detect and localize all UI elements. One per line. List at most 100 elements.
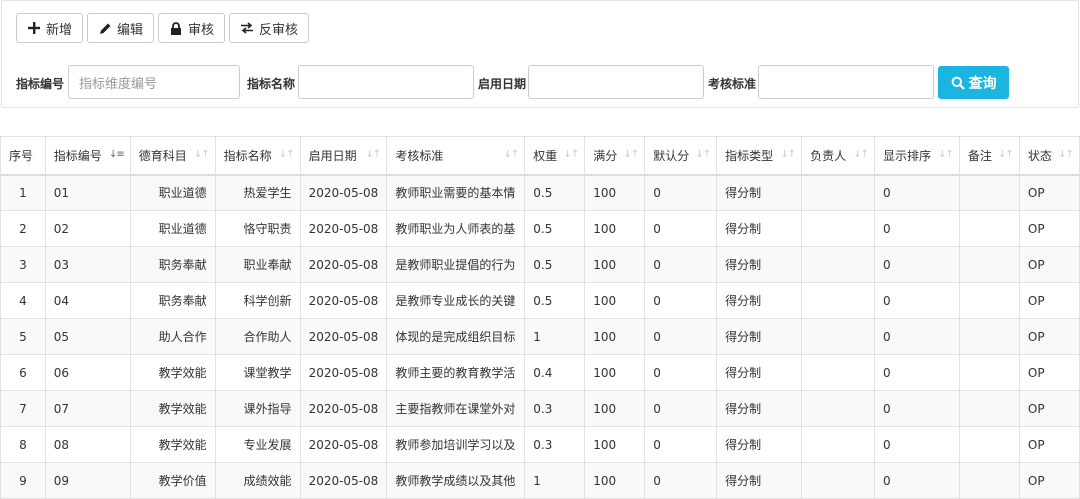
table-cell (801, 390, 875, 427)
code-input[interactable]: 指标维度编号 (68, 65, 240, 99)
table-cell: 得分制 (716, 426, 803, 463)
table-cell (958, 174, 1020, 211)
table-cell: 2 (0, 210, 46, 247)
sort-icon[interactable]: ↓↑ (623, 149, 639, 160)
table-cell: 100 (584, 426, 646, 463)
table-cell: 教师教学成绩以及其他 (386, 462, 526, 499)
edit-button[interactable]: 编辑 (87, 13, 155, 43)
table-row[interactable]: 6 06 教学效能 课堂教学 2020-05-08 教师主要的教育教学活 0.4 100 0 得分… (0, 354, 1080, 391)
table-cell: 100 (584, 462, 646, 499)
query-panel: 新增 编辑 审核 反审核 指标编号 指标维度编号 指标名称 启用日期 考核标准 … (1, 0, 1079, 108)
table-cell (958, 210, 1020, 247)
table-cell: 7 (0, 390, 46, 427)
table-cell: OP (1018, 210, 1080, 247)
table-cell (801, 354, 875, 391)
sort-icon[interactable]: ↓↑ (503, 149, 519, 160)
sort-asc-icon[interactable]: ↓≡ (109, 149, 125, 160)
search-icon (951, 76, 965, 90)
table-row[interactable]: 9 09 教学价值 成绩效能 2020-05-08 教师教学成绩以及其他 1 100 0 得分制 0… (0, 462, 1080, 499)
table-cell: 0 (644, 282, 718, 319)
standard-label: 考核标准 (708, 77, 757, 91)
add-button[interactable]: 新增 (16, 13, 84, 43)
table-cell: 100 (584, 282, 646, 319)
table-cell: OP (1018, 426, 1080, 463)
table-cell: 2020-05-08 (299, 174, 388, 211)
table-cell (958, 318, 1020, 355)
header-cell[interactable]: 备注 ↓↑ (958, 136, 1020, 176)
unaudit-button-label: 反审核 (259, 22, 299, 38)
header-cell[interactable]: 状态 ↓↑ (1018, 136, 1080, 176)
unaudit-button[interactable]: 反审核 (229, 13, 310, 43)
table-cell: 08 (44, 426, 131, 463)
table-row[interactable]: 3 03 职务奉献 职业奉献 2020-05-08 是教师职业提倡的行为 0.5 100 0 得分… (0, 246, 1080, 283)
table-cell (958, 246, 1020, 283)
table-cell (958, 462, 1020, 499)
table-cell: 100 (584, 210, 646, 247)
sort-icon[interactable]: ↓↑ (366, 149, 382, 160)
sort-icon[interactable]: ↓↑ (938, 149, 954, 160)
table-cell: 04 (44, 282, 131, 319)
table-cell: 得分制 (716, 318, 803, 355)
sort-icon[interactable]: ↓↑ (695, 149, 711, 160)
header-cell[interactable]: 德育科目 ↓↑ (129, 136, 216, 176)
sort-icon[interactable]: ↓↑ (998, 149, 1014, 160)
lock-icon (169, 21, 183, 35)
table-cell: 0.4 (524, 354, 586, 391)
table-cell: 02 (44, 210, 131, 247)
header-cell[interactable]: 考核标准 ↓↑ (386, 136, 526, 176)
table-cell: 6 (0, 354, 46, 391)
header-cell[interactable]: 默认分 ↓↑ (644, 136, 718, 176)
sort-icon[interactable]: ↓↑ (780, 149, 796, 160)
table-cell: 8 (0, 426, 46, 463)
table-cell: 100 (584, 354, 646, 391)
sort-icon[interactable]: ↓↑ (1058, 149, 1074, 160)
table-cell: 3 (0, 246, 46, 283)
table-row[interactable]: 2 02 职业道德 恪守职责 2020-05-08 教师职业为人师表的基 0.5 100 0 得分… (0, 210, 1080, 247)
header-cell[interactable]: 满分 ↓↑ (584, 136, 646, 176)
date-input[interactable] (528, 65, 704, 99)
table-row[interactable]: 8 08 教学效能 专业发展 2020-05-08 教师参加培训学习以及 0.3 100 0 得分… (0, 426, 1080, 463)
table-row[interactable]: 1 01 职业道德 热爱学生 2020-05-08 教师职业需要的基本情 0.5 100 0 得分… (0, 174, 1080, 211)
table-cell (958, 282, 1020, 319)
edit-button-label: 编辑 (117, 22, 144, 38)
toolbar: 新增 编辑 审核 反审核 (16, 13, 310, 43)
table-cell: 9 (0, 462, 46, 499)
sort-icon[interactable]: ↓↑ (194, 149, 210, 160)
sort-icon[interactable]: ↓↑ (279, 149, 295, 160)
search-button[interactable]: 查询 (938, 66, 1009, 99)
table-cell: 0 (644, 462, 718, 499)
table-cell: 2020-05-08 (299, 426, 388, 463)
table-cell: 01 (44, 174, 131, 211)
header-cell[interactable]: 启用日期 ↓↑ (299, 136, 388, 176)
sort-icon[interactable]: ↓↑ (853, 149, 869, 160)
table-row[interactable]: 5 05 助人合作 合作助人 2020-05-08 体现的是完成组织目标 1 100 0 得分制 0… (0, 318, 1080, 355)
table-cell: 2020-05-08 (299, 462, 388, 499)
table-row[interactable]: 4 04 职务奉献 科学创新 2020-05-08 是教师专业成长的关键 0.5 100 0 得分… (0, 282, 1080, 319)
table-cell: 1 (524, 462, 586, 499)
header-cell[interactable]: 指标名称 ↓↑ (214, 136, 301, 176)
table-cell: 2020-05-08 (299, 390, 388, 427)
audit-button[interactable]: 审核 (158, 13, 226, 43)
header-cell[interactable]: 指标编号 ↓≡ (44, 136, 131, 176)
table-cell: 得分制 (716, 390, 803, 427)
header-cell[interactable]: 负责人 ↓↑ (801, 136, 875, 176)
table-row[interactable]: 7 07 教学效能 课外指导 2020-05-08 主要指教师在课堂外对 0.3 100 0 得分… (0, 390, 1080, 427)
header-cell[interactable]: 指标类型 ↓↑ (716, 136, 803, 176)
pencil-icon (98, 21, 112, 35)
table-cell: OP (1018, 246, 1080, 283)
header-cell[interactable]: 权重 ↓↑ (524, 136, 586, 176)
table-cell: 0 (874, 210, 960, 247)
indicator-table: 序号 指标编号 ↓≡ 德育科目 ↓↑ 指标名称 ↓↑ 启用日期 ↓↑ 考核标准 ↓↑ 权重… (0, 136, 1080, 499)
table-cell: 得分制 (716, 462, 803, 499)
table-cell (958, 390, 1020, 427)
table-cell: 2020-05-08 (299, 354, 388, 391)
header-cell[interactable]: 显示排序 ↓↑ (874, 136, 960, 176)
table-cell: 合作助人 (214, 318, 301, 355)
sort-icon[interactable]: ↓↑ (563, 149, 579, 160)
table-cell: 09 (44, 462, 131, 499)
table-cell: 职务奉献 (129, 246, 216, 283)
table-cell: 教学效能 (129, 354, 216, 391)
table-cell: 主要指教师在课堂外对 (386, 390, 526, 427)
name-input[interactable] (298, 65, 474, 99)
standard-input[interactable] (758, 65, 934, 99)
